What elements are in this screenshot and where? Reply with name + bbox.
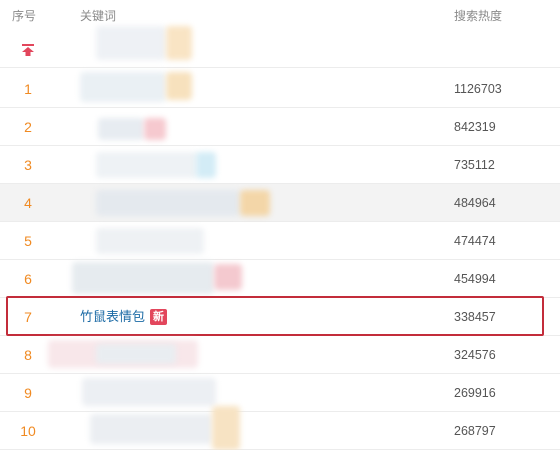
redacted-badge [166, 72, 192, 100]
redacted-badge [212, 406, 240, 450]
redacted-keyword [72, 262, 214, 294]
heat-value: 842319 [454, 120, 496, 134]
redacted-badge [144, 118, 166, 140]
heat-value: 454994 [454, 272, 496, 286]
table-row[interactable]: 10 268797 [0, 406, 560, 450]
table-row[interactable]: 5 474474 [0, 222, 560, 260]
redacted-keyword [80, 72, 166, 102]
column-header-heat: 搜索热度 [454, 9, 503, 23]
table-row[interactable]: 9 269916 [0, 374, 560, 412]
heat-value: 268797 [454, 424, 496, 438]
redacted-keyword [96, 190, 240, 216]
table-header: 序号 关键词 搜索热度 [0, 0, 560, 30]
table-row[interactable]: 3 735112 [0, 146, 560, 184]
redacted-badge [166, 26, 192, 60]
redacted-keyword [98, 118, 144, 140]
rank-number: 9 [24, 385, 32, 401]
redacted-keyword [96, 26, 166, 60]
pin-to-top-icon [22, 44, 34, 56]
column-header-rank: 序号 [12, 9, 37, 23]
rank-number: 1 [24, 81, 32, 97]
table-row[interactable]: 1 1126703 [0, 70, 560, 108]
rank-number: 5 [24, 233, 32, 249]
redacted-keyword-detail [96, 344, 176, 364]
redacted-keyword [96, 152, 198, 178]
pinned-row[interactable] [0, 26, 560, 68]
table-row[interactable]: 4 484964 [0, 184, 560, 222]
redacted-badge [240, 190, 270, 216]
column-header-keyword: 关键词 [80, 9, 117, 23]
rank-number: 2 [24, 119, 32, 135]
heat-value: 484964 [454, 196, 496, 210]
redacted-badge [196, 152, 216, 178]
redacted-badge [214, 264, 242, 290]
rank-number: 10 [20, 423, 36, 439]
heat-value: 1126703 [454, 82, 502, 96]
table-row[interactable]: 6 454994 [0, 260, 560, 298]
rank-number: 6 [24, 271, 32, 287]
highlight-box [6, 296, 544, 336]
redacted-keyword [96, 228, 204, 254]
redacted-keyword [90, 414, 212, 444]
rank-number: 3 [24, 157, 32, 173]
heat-value: 474474 [454, 234, 496, 248]
redacted-keyword [82, 378, 216, 406]
heat-value: 324576 [454, 348, 496, 362]
table-row[interactable]: 8 324576 [0, 336, 560, 374]
heat-value: 269916 [454, 386, 496, 400]
heat-value: 735112 [454, 158, 495, 172]
table-row[interactable]: 2 842319 [0, 108, 560, 146]
rank-number: 4 [24, 195, 32, 211]
